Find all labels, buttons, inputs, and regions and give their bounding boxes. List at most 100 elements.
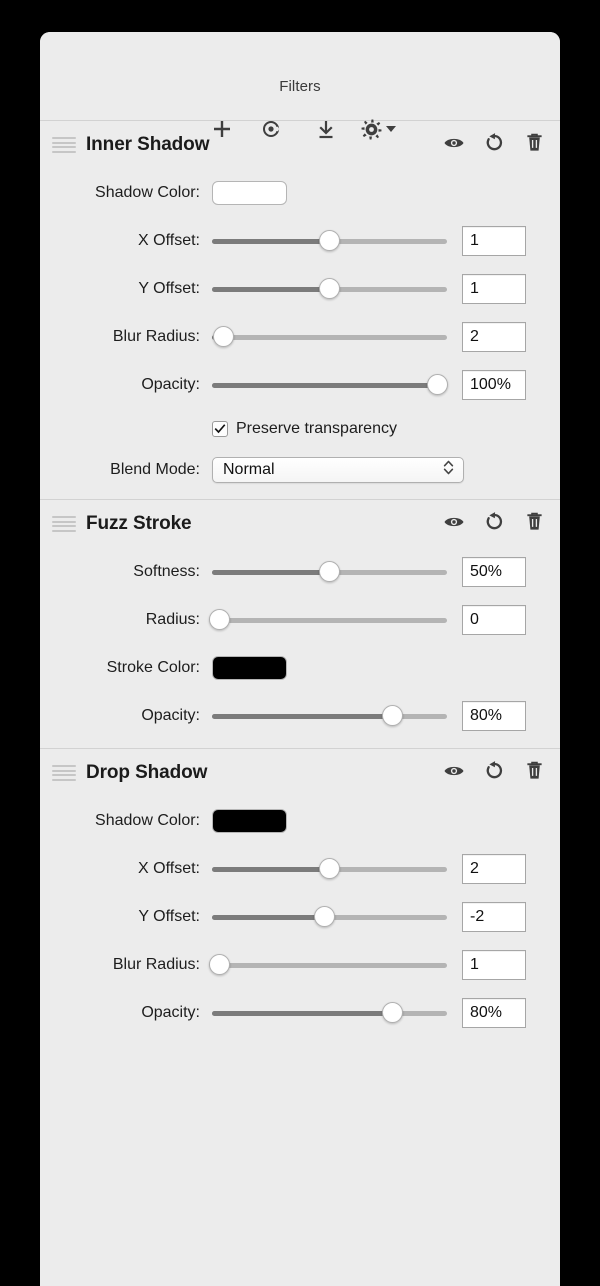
slider-thumb[interactable] (319, 278, 340, 299)
row-opacity: Opacity: 100% (40, 361, 560, 409)
slider-x-offset[interactable] (212, 230, 447, 252)
label-stroke-color: Stroke Color: (106, 659, 200, 676)
row-blur-radius: Blur Radius: 2 (40, 313, 560, 361)
section-title: Drop Shadow (86, 762, 208, 783)
toggle-visibility-button[interactable] (442, 512, 466, 536)
slider-radius[interactable] (208, 609, 447, 631)
slider-fill (212, 915, 325, 920)
label-shadow-color: Shadow Color: (95, 184, 200, 201)
color-swatch-stroke-color[interactable] (212, 656, 287, 680)
slider-fill (212, 239, 330, 244)
slider-opacity[interactable] (212, 374, 449, 396)
slider-thumb[interactable] (382, 1002, 404, 1023)
filter-section-drop-shadow: Drop Shadow Shadow Color: X Offset: 2 Y Offs… (40, 748, 560, 1045)
delete-filter-button[interactable] (522, 133, 546, 157)
drag-handle-icon[interactable] (52, 516, 76, 532)
label-shadow-color: Shadow Color: (95, 812, 200, 829)
input-radius[interactable]: 0 (462, 605, 526, 635)
slider-thumb[interactable] (208, 954, 230, 975)
checkbox-preserve-transparency[interactable] (212, 421, 228, 437)
row-radius: Radius: 0 (40, 596, 560, 644)
slider-fill (212, 714, 393, 719)
filter-section-inner-shadow: Inner Shadow Shadow Color: X Offset: 1 Y Off… (40, 120, 560, 499)
label-preserve-transparency: Preserve transparency (236, 420, 397, 437)
row-y-offset: Y Offset: -2 (40, 893, 560, 941)
section-actions (442, 133, 546, 157)
label-x-offset: X Offset: (138, 232, 200, 249)
label-blend-mode: Blend Mode: (110, 461, 200, 478)
trash-icon (525, 511, 544, 537)
slider-blur-radius[interactable] (212, 326, 447, 348)
slider-rail (212, 335, 447, 340)
slider-fill (212, 867, 330, 872)
slider-fill (212, 287, 330, 292)
slider-y-offset[interactable] (212, 906, 447, 928)
color-swatch-shadow-color[interactable] (212, 181, 287, 205)
slider-rail (212, 618, 447, 623)
reset-filter-button[interactable] (482, 133, 506, 157)
slider-x-offset[interactable] (212, 858, 447, 880)
color-swatch-shadow-color[interactable] (212, 809, 287, 833)
reset-icon (484, 511, 505, 537)
slider-thumb[interactable] (208, 609, 230, 630)
trash-icon (525, 132, 544, 158)
slider-thumb[interactable] (319, 230, 340, 251)
slider-opacity[interactable] (212, 705, 447, 727)
drag-handle-icon[interactable] (52, 137, 76, 153)
row-blur-radius: Blur Radius: 1 (40, 941, 560, 989)
row-y-offset: Y Offset: 1 (40, 265, 560, 313)
section-header-fuzz-stroke: Fuzz Stroke (40, 500, 560, 548)
slider-thumb[interactable] (314, 906, 336, 927)
row-x-offset: X Offset: 1 (40, 217, 560, 265)
slider-softness[interactable] (212, 561, 447, 583)
input-opacity[interactable]: 80% (462, 701, 526, 731)
row-shadow-color: Shadow Color: (40, 797, 560, 845)
row-x-offset: X Offset: 2 (40, 845, 560, 893)
input-blur-radius[interactable]: 1 (462, 950, 526, 980)
input-x-offset[interactable]: 1 (462, 226, 526, 256)
slider-thumb[interactable] (427, 374, 449, 395)
input-x-offset[interactable]: 2 (462, 854, 526, 884)
row-opacity: Opacity: 80% (40, 989, 560, 1037)
slider-blur-radius[interactable] (208, 954, 447, 976)
input-opacity[interactable]: 80% (462, 998, 526, 1028)
row-preserve-transparency: Preserve transparency (40, 409, 560, 449)
slider-thumb[interactable] (319, 858, 340, 879)
toggle-visibility-button[interactable] (442, 761, 466, 785)
label-x-offset: X Offset: (138, 860, 200, 877)
toggle-visibility-button[interactable] (442, 133, 466, 157)
delete-filter-button[interactable] (522, 761, 546, 785)
filters-panel: Filters Inner Shadow Shadow Color: X Off… (40, 32, 560, 1286)
slider-y-offset[interactable] (212, 278, 447, 300)
reset-filter-button[interactable] (482, 512, 506, 536)
input-blur-radius[interactable]: 2 (462, 322, 526, 352)
section-header-drop-shadow: Drop Shadow (40, 749, 560, 797)
label-opacity: Opacity: (141, 376, 200, 393)
slider-thumb[interactable] (382, 705, 404, 726)
drag-handle-icon[interactable] (52, 765, 76, 781)
label-blur-radius: Blur Radius: (112, 956, 200, 973)
slider-opacity[interactable] (212, 1002, 447, 1024)
input-y-offset[interactable]: -2 (462, 902, 526, 932)
select-blend-mode[interactable]: Normal (212, 457, 464, 483)
page-title: Filters (279, 78, 321, 95)
eye-icon (443, 135, 465, 156)
slider-fill (212, 570, 330, 575)
reset-filter-button[interactable] (482, 761, 506, 785)
delete-filter-button[interactable] (522, 512, 546, 536)
input-softness[interactable]: 50% (462, 557, 526, 587)
reset-icon (484, 132, 505, 158)
eye-icon (443, 514, 465, 535)
row-blend-mode: Blend Mode: Normal (40, 449, 560, 491)
slider-rail (212, 963, 447, 968)
select-value: Normal (223, 461, 275, 478)
section-actions (442, 761, 546, 785)
input-opacity[interactable]: 100% (462, 370, 526, 400)
slider-thumb[interactable] (213, 326, 235, 347)
row-stroke-color: Stroke Color: (40, 644, 560, 692)
row-shadow-color: Shadow Color: (40, 169, 560, 217)
row-opacity: Opacity: 80% (40, 692, 560, 740)
label-opacity: Opacity: (141, 707, 200, 724)
slider-thumb[interactable] (319, 561, 340, 582)
input-y-offset[interactable]: 1 (462, 274, 526, 304)
